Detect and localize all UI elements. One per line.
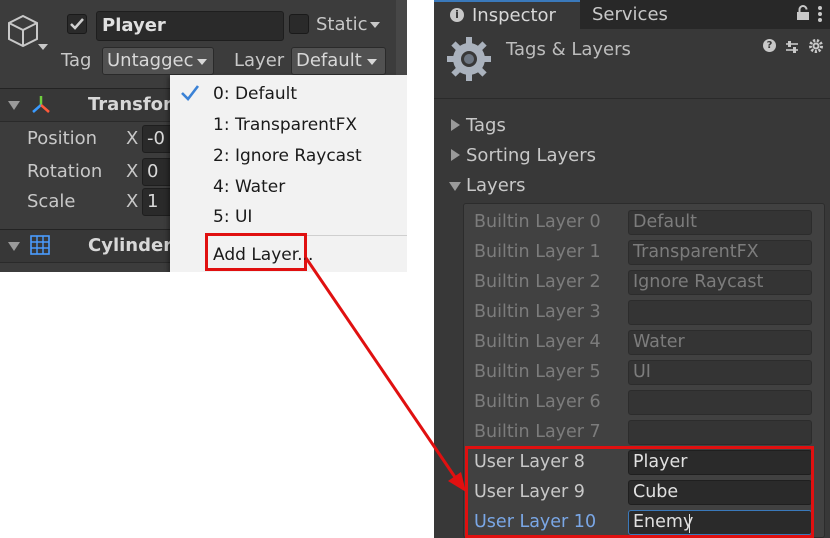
annotation-arrow [304, 257, 466, 492]
